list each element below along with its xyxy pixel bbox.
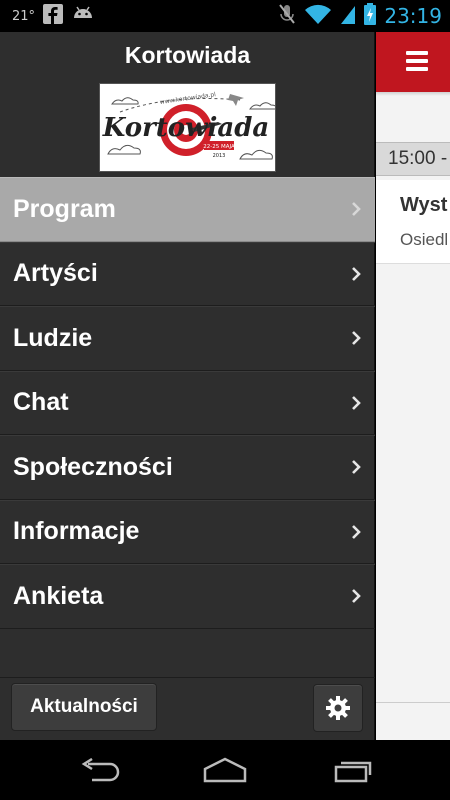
time-section-header: 15:00 - [376, 142, 450, 176]
menu-icon[interactable] [406, 51, 428, 73]
menu-item-label: Ludzie [13, 323, 93, 352]
home-button[interactable] [200, 754, 250, 786]
navigation-drawer: Kortowiada Kortowiada www.kortowiada.pl [0, 32, 375, 740]
chevron-right-icon [352, 202, 361, 217]
settings-button[interactable] [313, 684, 363, 732]
chevron-right-icon [352, 395, 361, 410]
gear-icon [326, 696, 350, 720]
mute-icon [278, 3, 296, 30]
menu-item-label: Chat [13, 388, 69, 417]
wifi-icon [304, 3, 332, 30]
menu-item-ankieta[interactable]: Ankieta [0, 564, 375, 629]
menu-item-informacje[interactable]: Informacje [0, 499, 375, 564]
logo-text: Kortowiada [102, 113, 270, 143]
status-bar: 21° 23:19 [0, 0, 450, 32]
menu-item-label: Artyści [13, 259, 98, 288]
logo-url: www.kortowiada.pl [159, 91, 216, 106]
clock: 23:19 [384, 4, 442, 28]
divider [376, 702, 450, 703]
chevron-right-icon [352, 589, 361, 604]
logo-dates: 22-25 MAJA [203, 144, 235, 150]
app-bar [376, 32, 450, 92]
menu-item-artysci[interactable]: Artyści [0, 241, 375, 306]
news-button[interactable]: Aktualności [11, 683, 157, 731]
facebook-icon [43, 3, 64, 29]
temperature-text: 21° [12, 8, 36, 24]
chevron-right-icon [352, 266, 361, 281]
drawer-footer: Aktualności [0, 677, 375, 740]
kortowiada-logo: Kortowiada www.kortowiada.pl 22-25 MAJA … [99, 83, 276, 172]
android-icon [71, 4, 95, 29]
recent-apps-icon [334, 761, 372, 783]
menu-item-chat[interactable]: Chat [0, 370, 375, 435]
chevron-right-icon [352, 331, 361, 346]
menu-item-ludzie[interactable]: Ludzie [0, 306, 375, 371]
app-bar-shadow [376, 92, 450, 96]
menu-item-label: Społeczności [13, 452, 173, 481]
system-nav-bar [0, 740, 450, 800]
signal-icon [340, 3, 356, 30]
menu-item-label: Ankieta [13, 581, 104, 610]
menu-item-label: Informacje [13, 517, 140, 546]
home-icon [203, 757, 247, 783]
event-location: Osiedl [400, 230, 449, 249]
drawer-menu: Program Artyści Ludzie Chat Społeczności… [0, 177, 375, 629]
drawer-title: Kortowiada [124, 42, 251, 68]
chevron-right-icon [352, 460, 361, 475]
recent-apps-button[interactable] [327, 754, 377, 786]
main-content: 15:00 - Wyst Osiedl [376, 32, 450, 740]
back-button[interactable] [75, 754, 125, 786]
back-icon [81, 758, 120, 782]
menu-item-program[interactable]: Program [0, 177, 375, 242]
menu-item-label: Program [13, 194, 116, 223]
logo-year: 2013 [213, 153, 226, 159]
event-title: Wyst [400, 194, 448, 216]
battery-charging-icon [364, 2, 377, 30]
chevron-right-icon [352, 524, 361, 539]
event-card[interactable]: Wyst Osiedl [376, 180, 450, 264]
menu-item-spolecznosci[interactable]: Społeczności [0, 435, 375, 500]
